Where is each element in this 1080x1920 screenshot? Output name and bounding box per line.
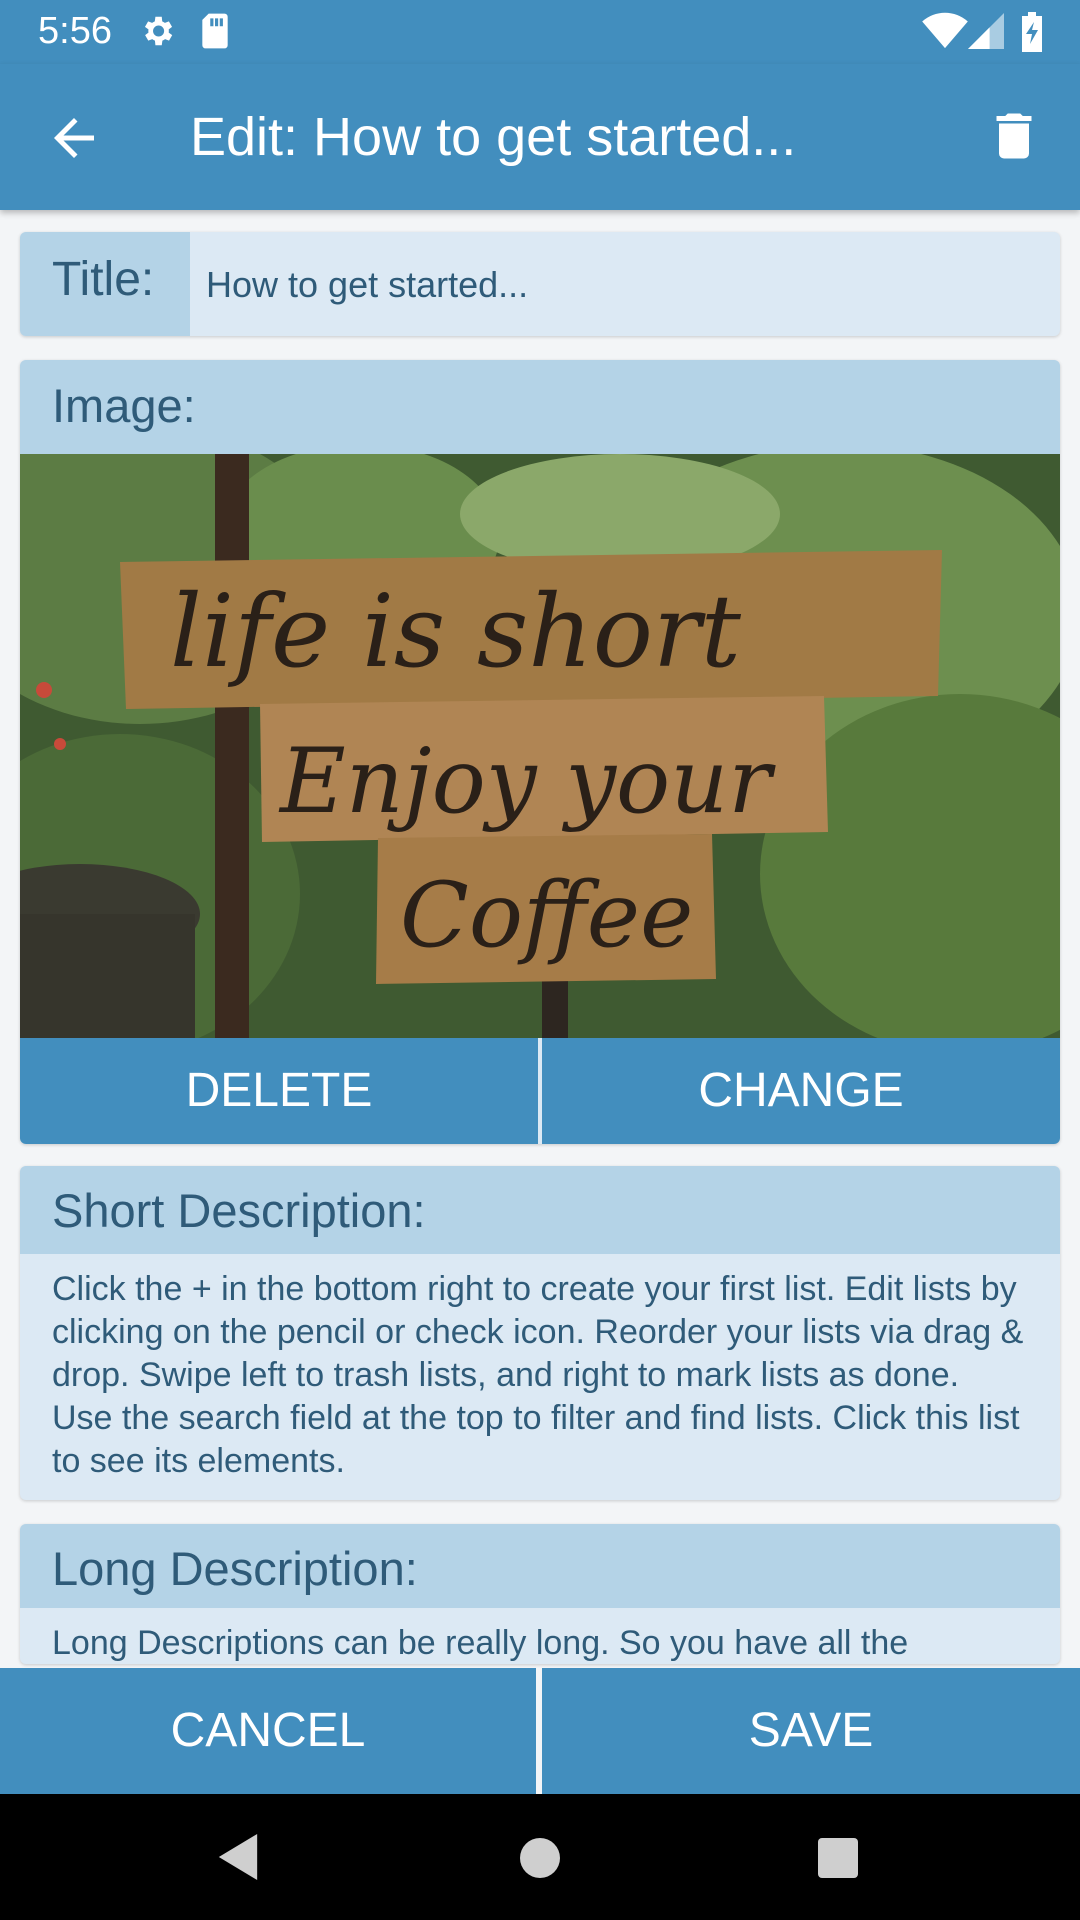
cancel-button[interactable]: CANCEL [0,1668,536,1794]
save-button[interactable]: SAVE [542,1668,1080,1794]
battery-charging-icon [1020,12,1044,57]
nav-home-icon[interactable] [520,1838,560,1883]
sign-line-2: Enjoy your [278,729,776,834]
signal-icon [968,12,1004,55]
nav-back-icon[interactable] [218,1834,258,1885]
page-title: Edit: How to get started... [190,107,797,167]
system-nav-bar [0,1794,1080,1920]
short-description-label: Short Description: [20,1166,1060,1254]
long-description-label: Long Description: [20,1524,1060,1608]
sd-card-icon [198,12,232,55]
coffee-sign-photo: life is short Enjoy your Coffee [20,454,1060,1038]
bottom-action-bar: CANCEL SAVE [0,1668,1080,1794]
title-label: Title: [20,232,190,336]
change-image-button[interactable]: CHANGE [542,1038,1060,1144]
long-description-card: Long Description: Long Descriptions can … [20,1524,1060,1664]
app-bar: Edit: How to get started... [0,64,1080,210]
arrow-back-icon[interactable] [44,108,104,168]
title-field-card: Title: How to get started... [20,232,1060,336]
status-bar: 5:56 [0,0,1080,64]
short-description-input[interactable]: Click the + in the bottom right to creat… [20,1254,1060,1483]
status-time: 5:56 [38,10,112,52]
long-description-input[interactable]: Long Descriptions can be really long. So… [20,1608,1060,1664]
title-input[interactable]: How to get started... [206,264,528,306]
image-card: Image: life is short Enjoy your Coffee D… [20,360,1060,1144]
short-description-card: Short Description: Click the + in the bo… [20,1166,1060,1500]
nav-recents-icon[interactable] [818,1838,858,1883]
wifi-icon [922,12,968,55]
trash-icon[interactable] [984,106,1044,166]
sign-line-3: Coffee [400,863,693,968]
delete-image-button[interactable]: DELETE [20,1038,538,1144]
sign-line-1: life is short [170,573,742,690]
settings-icon [138,12,176,55]
image-label: Image: [20,360,1060,454]
image-button-row: DELETE CHANGE [20,1038,1060,1144]
